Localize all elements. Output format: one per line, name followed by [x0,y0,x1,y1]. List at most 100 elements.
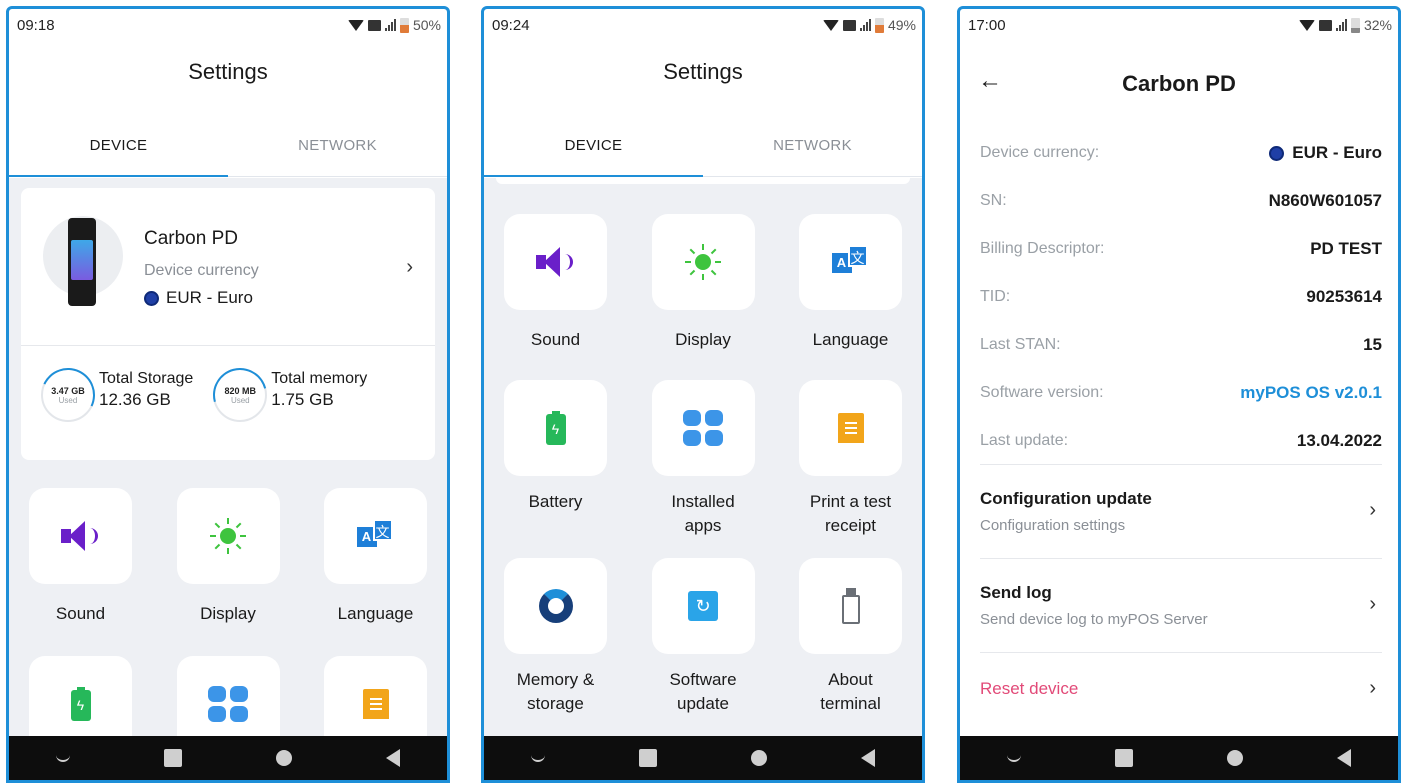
nav-back-icon[interactable] [386,749,400,767]
nav-hide-keyboard-icon[interactable] [1007,754,1021,762]
sun-icon [685,244,721,280]
battery-percent: 49% [887,17,916,33]
tab-bar: DEVICE NETWORK [484,127,922,177]
terminal-icon [841,588,860,624]
tile-label: Sound [530,330,581,349]
detail-row-billing: Billing Descriptor: PD TEST [980,225,1382,273]
memory-total: 1.75 GB [271,390,334,409]
tile-label: Language [337,604,414,623]
tile-about-terminal[interactable]: About terminal [799,558,902,716]
apps-grid-icon [683,410,723,446]
tile-language[interactable]: A文 Language [799,214,902,352]
menu-title: Send log [980,583,1052,602]
translate-icon: A文 [356,519,395,553]
device-card-edge [496,178,910,184]
detail-label: Software version: [980,384,1104,401]
nav-recents-icon[interactable] [1115,749,1133,767]
tile-language[interactable]: A文 Language [324,488,427,626]
tile-print-receipt[interactable]: Print a test receipt [799,380,902,538]
reset-device-item[interactable]: Reset device › [980,652,1382,732]
battery-percent: 32% [1363,17,1392,33]
send-log-item[interactable]: Send log Send device log to myPOS Server… [980,558,1382,652]
device-details-list: Device currency: EUR - Euro SN: N860W601… [980,129,1382,465]
nav-home-icon[interactable] [276,750,292,766]
signal-icon [859,19,871,31]
detail-row-software: Software version: myPOS OS v2.0.1 [980,369,1382,417]
wifi-icon [822,19,839,31]
tab-network[interactable]: NETWORK [703,127,922,176]
detail-value: 15 [1363,335,1382,354]
detail-value: N860W601057 [1268,191,1382,210]
detail-label: Last update: [980,432,1069,449]
software-version-link[interactable]: myPOS OS v2.0.1 [1240,383,1382,403]
sim-icon [842,19,856,31]
device-summary-row[interactable]: Carbon PD Device currency EUR - Euro › [21,188,435,346]
tile-sound[interactable]: Sound [504,214,607,352]
detail-label: SN: [980,192,1007,209]
chevron-right-icon: › [1369,593,1376,615]
configuration-update-item[interactable]: Configuration update Configuration setti… [980,464,1382,558]
detail-value: PD TEST [1310,239,1382,258]
device-currency-text: EUR - Euro [166,288,253,307]
speaker-icon [535,247,576,277]
tile-memory-storage[interactable]: Memory & storage [504,558,607,716]
detail-value: 13.04.2022 [1296,431,1382,450]
tile-label: Print a test receipt [809,492,892,535]
detail-row-last-update: Last update: 13.04.2022 [980,417,1382,465]
device-card: Carbon PD Device currency EUR - Euro › 3… [21,188,435,460]
tile-installed-apps[interactable]: Installed apps [651,380,755,538]
tab-network[interactable]: NETWORK [228,127,447,176]
nav-back-icon[interactable] [861,749,875,767]
menu-subtitle: Send device log to myPOS Server [980,611,1208,628]
nav-recents-icon[interactable] [639,749,657,767]
storage-gauge: 3.47 GB Used [33,360,103,430]
nav-back-icon[interactable] [1337,749,1351,767]
android-nav-bar [9,736,447,780]
android-nav-bar [484,736,922,780]
memory-stat: 820 MB Used Total memory 1.75 GB [203,358,367,432]
device-currency-label: Device currency [144,262,259,279]
device-currency-value: EUR - Euro [144,288,253,308]
translate-icon: A文 [831,245,870,279]
nav-recents-icon[interactable] [164,749,182,767]
tile-battery[interactable]: ϟ Battery [504,380,607,538]
receipt-icon [362,689,389,719]
wifi-icon [347,19,364,31]
nav-home-icon[interactable] [1227,750,1243,766]
settings-screen-overview: 09:18 50% Settings DEVICE NETWORK Carbon… [6,6,450,783]
detail-value: 90253614 [1306,287,1382,306]
nav-hide-keyboard-icon[interactable] [531,754,545,762]
chevron-right-icon: › [1369,677,1376,699]
tile-software-update[interactable]: ↻ Software update [651,558,755,716]
status-time: 09:24 [492,16,530,34]
menu-subtitle: Configuration settings [980,517,1126,534]
storage-summary: 3.47 GB Used Total Storage 12.36 GB 820 … [33,358,425,432]
android-nav-bar [960,736,1398,780]
storage-stat: 3.47 GB Used Total Storage 12.36 GB [33,360,194,430]
storage-label: Total Storage [99,370,194,387]
sun-icon [210,518,246,554]
apps-grid-icon [208,686,248,722]
status-time: 09:18 [17,16,55,34]
settings-content: Carbon PD Device currency EUR - Euro › 3… [9,178,447,752]
detail-row-sn: SN: N860W601057 [980,177,1382,225]
status-icons: 49% [822,17,916,33]
tile-label: Sound [55,604,106,623]
tab-device[interactable]: DEVICE [9,127,228,177]
eu-flag-icon [144,290,159,306]
memory-pie-icon [538,589,573,623]
tab-device[interactable]: DEVICE [484,127,703,177]
nav-hide-keyboard-icon[interactable] [56,754,70,762]
device-name: Carbon PD [144,228,238,249]
device-actions-list: Configuration update Configuration setti… [980,464,1382,732]
signal-icon [1335,19,1347,31]
tile-display[interactable]: Display [651,214,755,352]
tile-display[interactable]: Display [176,488,280,626]
memory-gauge: 820 MB Used [203,358,278,432]
tile-label: Installed apps [671,492,735,535]
nav-home-icon[interactable] [751,750,767,766]
storage-total: 12.36 GB [99,390,171,409]
tab-bar: DEVICE NETWORK [9,127,447,177]
tile-sound[interactable]: Sound [29,488,132,626]
sim-icon [1318,19,1332,31]
